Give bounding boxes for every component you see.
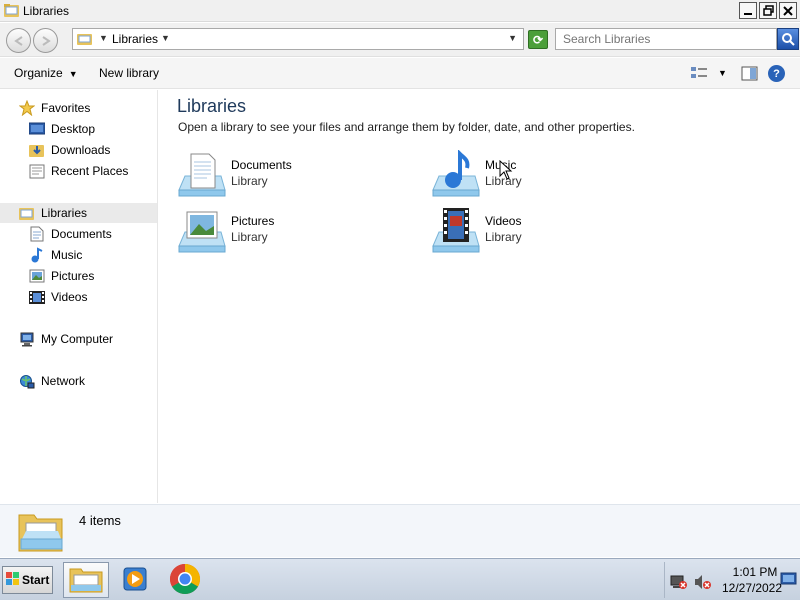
minimize-button[interactable] [739,2,757,19]
taskbar-media-player-button[interactable] [113,562,157,598]
search-box[interactable] [555,28,777,50]
downloads-icon [28,142,46,158]
nav-label: Favorites [41,101,91,115]
chevron-down-icon: ▼ [68,69,78,79]
search-input[interactable] [556,29,776,49]
nav-desktop[interactable]: Desktop [28,119,95,139]
chrome-icon [169,563,201,598]
nav-pictures[interactable]: Pictures [28,266,94,286]
library-name: Videos [485,214,522,228]
restore-button[interactable] [759,2,777,19]
change-view-icon[interactable] [690,66,708,83]
libraries-folder-icon [18,509,64,556]
organize-button[interactable]: Organize ▼ [14,66,78,80]
navigation-pane: Favorites Desktop Downloads Recent Place… [0,90,158,503]
star-icon [18,100,36,116]
library-type: Library [231,230,268,244]
address-dropdown-icon[interactable]: ▼ [508,33,517,43]
windows-logo-icon [6,571,20,589]
show-desktop-icon[interactable] [780,571,797,591]
library-type: Library [231,174,268,188]
nav-label: Desktop [51,122,96,136]
preview-pane-icon[interactable] [741,66,758,84]
nav-label: Recent Places [51,164,129,178]
back-button[interactable] [6,28,31,53]
explorer-folder-icon [69,565,103,596]
breadcrumb-libraries[interactable]: Libraries [112,32,158,46]
start-button[interactable]: Start [2,566,53,594]
start-label: Start [22,573,50,587]
close-button[interactable] [779,2,797,19]
mouse-cursor-icon [499,159,513,183]
nav-music[interactable]: Music [28,245,82,265]
libraries-folder-icon [18,205,36,221]
computer-icon [18,331,36,347]
library-videos[interactable]: Videos Library [431,206,661,258]
system-tray: 1:01 PM 12/27/2022 [664,562,798,598]
taskbar-explorer-button[interactable] [63,562,109,598]
forward-button[interactable] [33,28,58,53]
recent-places-icon [28,163,46,179]
breadcrumb-chevron-icon[interactable]: ▼ [99,33,108,43]
volume-muted-icon[interactable] [694,574,712,593]
desktop-icon [28,121,46,137]
new-library-button[interactable]: New library [99,66,159,80]
address-bar[interactable]: ▼ Libraries ▼ ▼ [72,28,524,50]
pictures-icon [28,268,46,284]
music-icon [28,247,46,263]
libraries-folder-icon [77,32,93,49]
page-subtitle: Open a library to see your files and arr… [178,120,635,134]
media-player-icon [121,565,149,596]
page-title: Libraries [177,96,247,116]
nav-label: Videos [51,290,88,304]
network-icon [18,373,36,389]
help-icon[interactable]: ? [768,65,785,82]
taskbar-chrome-button[interactable] [163,562,207,598]
clock-date[interactable]: 12/27/2022 [717,581,787,595]
clock-time[interactable]: 1:01 PM [723,565,787,579]
command-bar: Organize ▼ New library ▼ ? [0,58,800,89]
window-title: Libraries [23,4,70,18]
details-pane: 4 items [0,504,800,557]
library-name: Documents [231,158,292,172]
nav-label: My Computer [41,332,114,346]
item-count: 4 items [79,513,121,528]
title-bar: Libraries [0,0,800,22]
refresh-button[interactable]: ⟳ [528,30,548,49]
libraries-folder-icon [4,3,20,21]
nav-label: Music [51,248,83,262]
nav-label: Downloads [51,143,111,157]
nav-label: Documents [51,227,112,241]
documents-icon [28,226,46,242]
nav-recent-places[interactable]: Recent Places [28,161,128,181]
nav-label: Network [41,374,86,388]
nav-documents[interactable]: Documents [28,224,112,244]
documents-library-icon [177,150,227,200]
videos-icon [28,289,46,305]
library-music[interactable]: Music Library [431,149,661,202]
library-documents[interactable]: Documents Library [177,150,407,202]
nav-libraries[interactable]: Libraries [0,203,157,223]
nav-downloads[interactable]: Downloads [28,140,110,160]
nav-favorites[interactable]: Favorites [18,98,90,118]
nav-network[interactable]: Network [18,371,85,391]
view-options-chevron-icon[interactable]: ▼ [718,68,727,78]
nav-videos[interactable]: Videos [28,287,87,307]
content-pane: Libraries Open a library to see your fil… [160,90,800,503]
nav-label: Pictures [51,269,95,283]
videos-library-icon [431,206,481,256]
pictures-library-icon [177,206,227,256]
library-type: Library [485,230,522,244]
organize-label: Organize [14,66,63,80]
network-disconnected-icon[interactable] [670,574,688,593]
library-name: Pictures [231,214,275,228]
music-library-icon [431,149,481,200]
library-pictures[interactable]: Pictures Library [177,206,407,258]
taskbar: Start 1:01 PM 12/27/2022 [0,558,800,600]
breadcrumb-chevron-icon[interactable]: ▼ [161,33,170,43]
nav-my-computer[interactable]: My Computer [18,329,113,349]
nav-label: Libraries [41,206,88,220]
search-icon[interactable] [777,28,799,50]
